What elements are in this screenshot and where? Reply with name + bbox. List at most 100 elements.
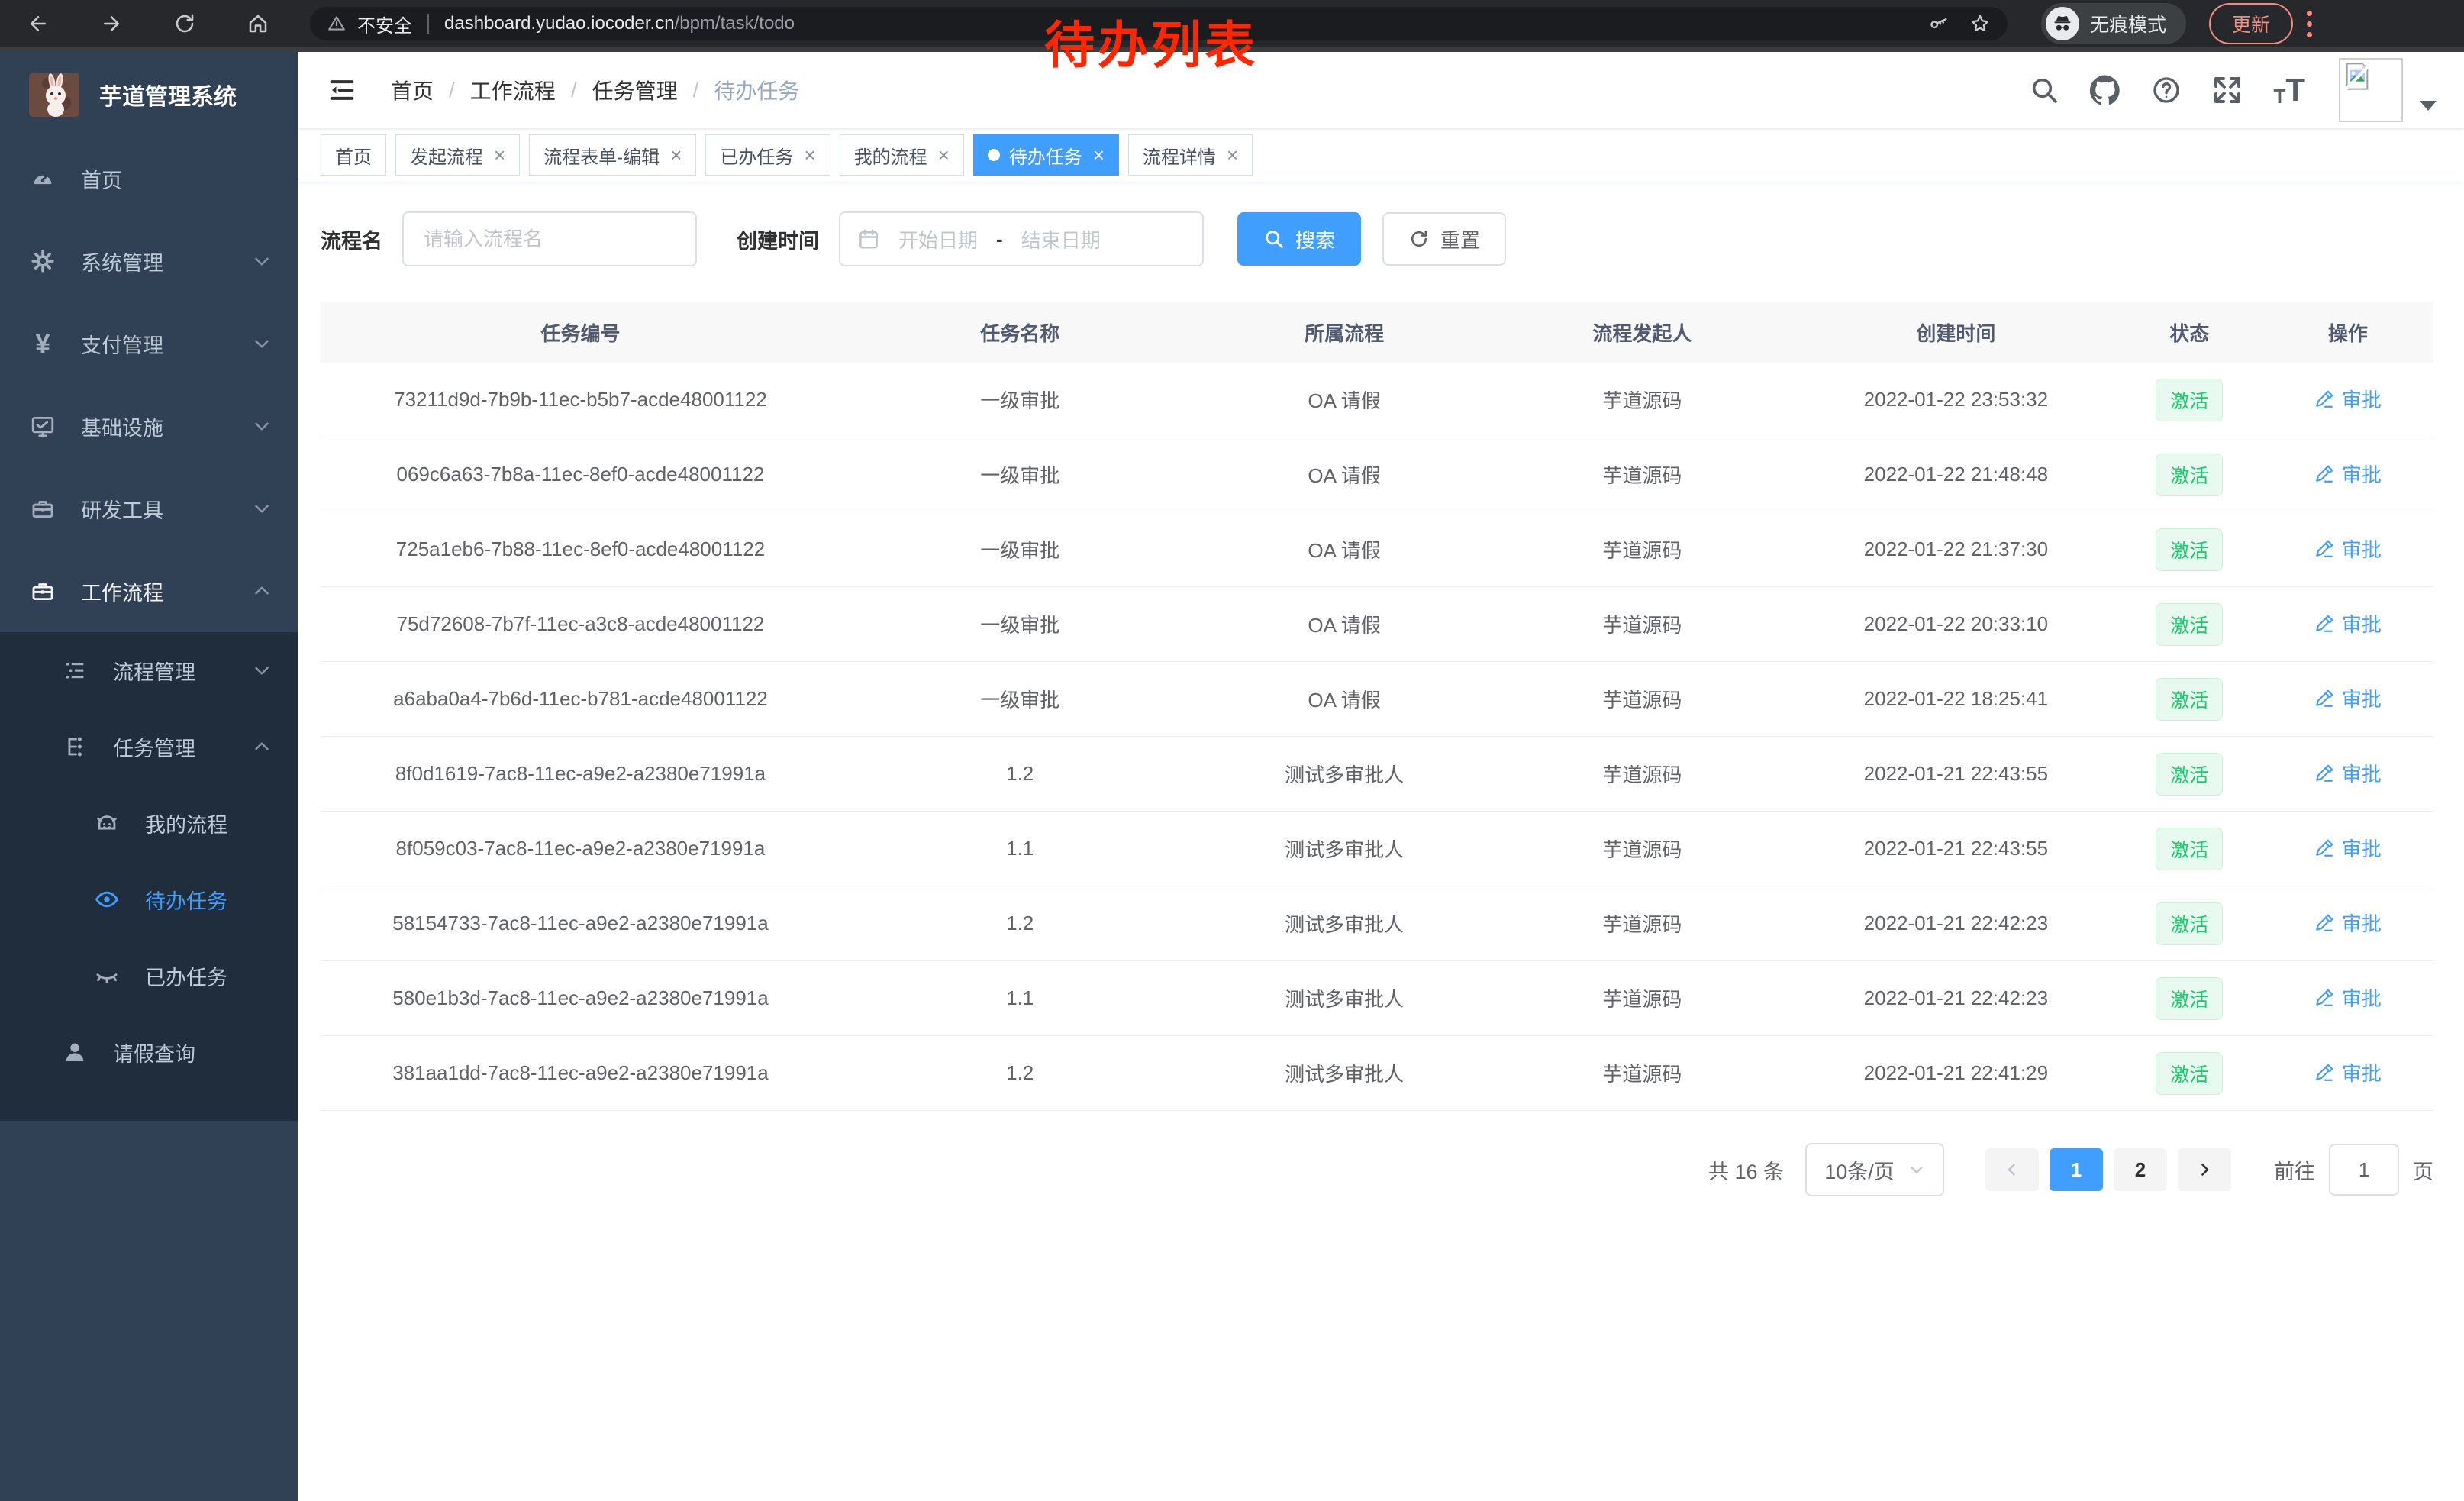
page-number-1[interactable]: 1 (2050, 1148, 2103, 1191)
page-number-2[interactable]: 2 (2114, 1148, 2167, 1191)
browser-back-icon[interactable] (21, 7, 55, 40)
cell-initiator: 芋道源码 (1489, 1059, 1795, 1087)
tab-start-process[interactable]: 发起流程× (395, 134, 520, 176)
sidebar-collapse-icon[interactable] (327, 75, 357, 105)
sidebar-item-process-mgmt[interactable]: 流程管理 (0, 632, 298, 709)
prev-page-button[interactable] (1985, 1148, 2039, 1191)
approve-link[interactable]: 审批 (2314, 684, 2382, 712)
tab-form-edit[interactable]: 流程表单-编辑× (529, 134, 696, 176)
date-range-picker[interactable]: 开始日期 - 结束日期 (839, 211, 1204, 266)
status-badge: 激活 (2156, 678, 2223, 721)
total-count-label: 共 16 条 (1708, 1155, 1784, 1185)
password-key-icon[interactable] (1928, 13, 1950, 34)
sidebar-item-payment[interactable]: ¥支付管理 (0, 302, 298, 385)
goto-page-input[interactable] (2329, 1144, 2399, 1196)
breadcrumb-item[interactable]: 工作流程 (470, 75, 556, 105)
next-page-button[interactable] (2178, 1148, 2231, 1191)
range-separator: - (996, 228, 1003, 251)
sidebar-item-system[interactable]: 系统管理 (0, 220, 298, 302)
close-tab-icon[interactable]: × (1227, 145, 1238, 165)
tab-done-task[interactable]: 已办任务× (705, 134, 830, 176)
table-row: 73211d9d-7b9b-11ec-b5b7-acde48001122一级审批… (321, 363, 2433, 437)
search-button[interactable]: 搜索 (1237, 212, 1361, 266)
approve-link[interactable]: 审批 (2314, 909, 2382, 937)
end-date-placeholder[interactable]: 结束日期 (1021, 225, 1101, 253)
sidebar-item-leave-query[interactable]: 请假查询 (0, 1014, 298, 1090)
page-size-select[interactable]: 10条/页 (1805, 1143, 1944, 1196)
cell-name: 1.1 (840, 837, 1200, 860)
goto-label: 前往 (2274, 1155, 2315, 1185)
chevron-down-icon (252, 416, 272, 436)
edit-pen-icon (2314, 464, 2334, 484)
process-name-input[interactable] (402, 211, 697, 266)
reset-button[interactable]: 重置 (1382, 212, 1506, 266)
browser-reload-icon[interactable] (168, 7, 202, 40)
browser-home-icon[interactable] (241, 7, 275, 40)
search-icon[interactable] (2029, 75, 2059, 105)
approve-link[interactable]: 审批 (2314, 983, 2382, 1012)
sidebar-item-home[interactable]: 首页 (0, 137, 298, 220)
browser-forward-icon[interactable] (95, 7, 128, 40)
user-avatar-broken-image[interactable] (2339, 58, 2403, 122)
github-icon[interactable] (2090, 75, 2121, 105)
column-header: 流程发起人 (1489, 318, 1795, 347)
column-header: 所属流程 (1199, 318, 1488, 347)
approve-link[interactable]: 审批 (2314, 385, 2382, 413)
sidebar-item-label: 工作流程 (81, 576, 163, 606)
start-date-placeholder[interactable]: 开始日期 (898, 225, 978, 253)
breadcrumb-item[interactable]: 首页 (391, 75, 434, 105)
security-label[interactable]: 不安全 (357, 11, 412, 37)
approve-link-label: 审批 (2342, 1058, 2382, 1086)
close-tab-icon[interactable]: × (804, 145, 815, 165)
url-text[interactable]: dashboard.yudao.iocoder.cn/bpm/task/todo (444, 13, 795, 34)
sidebar-item-devtools[interactable]: 研发工具 (0, 467, 298, 550)
edit-pen-icon (2314, 539, 2334, 559)
approve-link[interactable]: 审批 (2314, 1058, 2382, 1086)
sidebar-item-todo-task[interactable]: 待办任务 (0, 861, 298, 938)
status-badge: 激活 (2156, 454, 2223, 496)
close-tab-icon[interactable]: × (494, 145, 505, 165)
tab-todo-task[interactable]: 待办任务× (973, 134, 1119, 176)
sidebar-item-infra[interactable]: 基础设施 (0, 385, 298, 467)
cell-name: 1.2 (840, 912, 1200, 935)
sidebar-item-my-process[interactable]: 我的流程 (0, 785, 298, 861)
sidebar-item-task-mgmt[interactable]: 任务管理 (0, 709, 298, 785)
table-row: 8f0d1619-7ac8-11ec-a9e2-a2380e71991a1.2测… (321, 737, 2433, 812)
bookmark-star-icon[interactable] (1969, 13, 1991, 34)
breadcrumb-separator: / (693, 78, 699, 102)
tab-my-process[interactable]: 我的流程× (840, 134, 964, 176)
approve-link[interactable]: 审批 (2314, 759, 2382, 787)
close-tab-icon[interactable]: × (1093, 145, 1105, 165)
sidebar-item-workflow[interactable]: 工作流程 (0, 550, 298, 632)
fullscreen-icon[interactable] (2212, 75, 2243, 105)
top-navbar: 首页/工作流程/任务管理/待办任务 TT (298, 52, 2464, 128)
cell-id: 8f059c03-7ac8-11ec-a9e2-a2380e71991a (321, 837, 840, 860)
browser-update-button[interactable]: 更新 (2209, 3, 2293, 44)
edit-pen-icon (2314, 614, 2334, 634)
sidebar-item-done-task[interactable]: 已办任务 (0, 938, 298, 1014)
breadcrumb: 首页/工作流程/任务管理/待办任务 (391, 75, 799, 105)
cell-initiator: 芋道源码 (1489, 984, 1795, 1012)
breadcrumb-separator: / (571, 78, 577, 102)
page-annotation-title: 待办列表 (1044, 5, 1258, 78)
tab-process-detail[interactable]: 流程详情× (1128, 134, 1253, 176)
cell-created: 2022-01-21 22:43:55 (1795, 762, 2117, 786)
approve-link[interactable]: 审批 (2314, 460, 2382, 488)
tab-home[interactable]: 首页 (321, 134, 386, 176)
browser-menu-kebab-icon[interactable] (2307, 11, 2312, 37)
sidebar-logo-row[interactable]: 芋道管理系统 (0, 52, 298, 137)
avatar-caret-down-icon[interactable] (2420, 101, 2437, 111)
approve-link[interactable]: 审批 (2314, 534, 2382, 563)
help-question-icon[interactable] (2151, 75, 2182, 105)
close-tab-icon[interactable]: × (670, 145, 682, 165)
font-size-icon[interactable]: TT (2273, 74, 2305, 106)
breadcrumb-item[interactable]: 任务管理 (592, 75, 678, 105)
cell-process: 测试多审批人 (1199, 1059, 1488, 1087)
close-tab-icon[interactable]: × (938, 145, 950, 165)
tab-label: 首页 (335, 142, 372, 169)
create-time-label: 创建时间 (737, 224, 819, 254)
approve-link[interactable]: 审批 (2314, 609, 2382, 638)
approve-link[interactable]: 审批 (2314, 834, 2382, 862)
sidebar-item-label: 流程管理 (113, 656, 195, 686)
status-badge: 激活 (2156, 753, 2223, 796)
